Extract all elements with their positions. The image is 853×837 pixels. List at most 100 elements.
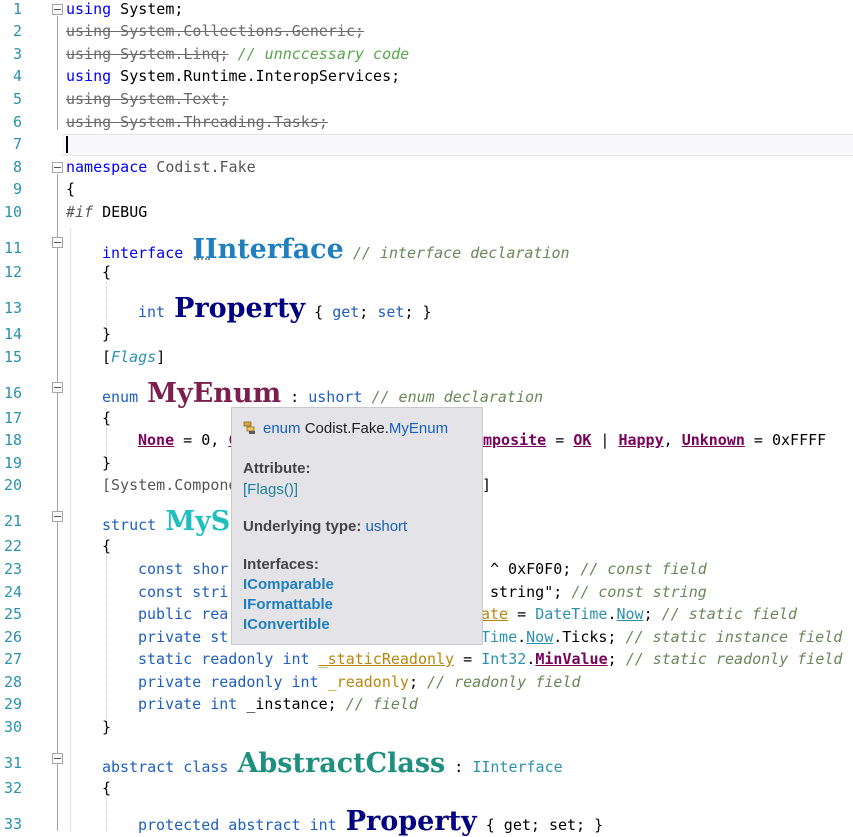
code-line-tail[interactable]: ^ 0xF0F0; // const field <box>490 560 707 578</box>
line-number: 4 <box>12 67 22 85</box>
collapse-region-toggle[interactable] <box>52 382 63 393</box>
code-line[interactable]: [Flags] <box>102 348 165 366</box>
quick-info-tooltip[interactable]: enum Codist.Fake.MyEnum Attribute: [Flag… <box>231 407 483 645</box>
code-line[interactable]: [System.Compone <box>102 476 237 494</box>
line-number: 29 <box>3 695 22 713</box>
line-number: 2 <box>12 22 22 40</box>
line-number: 5 <box>12 90 22 108</box>
line-number: 9 <box>12 180 22 198</box>
line-number: 26 <box>3 628 22 646</box>
code-line[interactable]: private int _instance; // field <box>138 695 418 713</box>
code-line[interactable]: struct MySt <box>102 506 243 537</box>
line-number: 31 <box>3 754 22 772</box>
code-line-tail[interactable]: Time.Now.Ticks; // static instance field <box>481 628 842 646</box>
code-line[interactable]: interface IInterface // interface declar… <box>102 234 570 265</box>
line-number: 7 <box>12 135 22 153</box>
line-number: 12 <box>3 263 22 281</box>
suggestion-dots <box>194 258 210 260</box>
line-number: 6 <box>12 113 22 131</box>
code-line[interactable]: } <box>102 454 111 472</box>
line-number: 8 <box>12 158 22 176</box>
code-line[interactable]: { <box>66 180 75 198</box>
tooltip-interface-link[interactable]: IConvertible <box>243 616 330 633</box>
code-line[interactable]: private readonly int _readonly; // reado… <box>138 673 581 691</box>
collapse-region-toggle[interactable] <box>52 4 63 15</box>
code-line[interactable]: { <box>102 409 111 427</box>
code-line[interactable]: using System; <box>66 0 183 18</box>
code-line-tail[interactable]: ] <box>482 476 491 494</box>
tooltip-underlying: Underlying type: ushort <box>243 518 408 535</box>
line-number: 23 <box>3 560 22 578</box>
indent-guide <box>106 556 107 728</box>
code-line[interactable]: const shor <box>138 560 228 578</box>
interface-name: IInterface <box>192 234 344 265</box>
tooltip-interface-link[interactable]: IFormattable <box>243 596 333 613</box>
code-line[interactable]: { <box>102 779 111 797</box>
tooltip-attribute-label: Attribute: <box>243 460 311 477</box>
line-number: 30 <box>3 718 22 736</box>
code-line-tail[interactable]: ate = DateTime.Now; // static field <box>481 605 797 623</box>
collapse-region-toggle[interactable] <box>52 162 63 173</box>
line-number: 28 <box>3 673 22 691</box>
code-line-tail[interactable]: mposite = OK | Happy, Unknown = 0xFFFF <box>483 431 826 449</box>
code-line-unnecessary[interactable]: using System.Collections.Generic; <box>66 22 364 40</box>
line-number: 20 <box>3 476 22 494</box>
indent-guide <box>70 228 71 831</box>
code-line[interactable]: protected abstract int Property { get; s… <box>138 806 603 837</box>
collapse-region-toggle[interactable] <box>52 753 63 764</box>
tooltip-title: enum Codist.Fake.MyEnum <box>243 420 448 437</box>
code-line[interactable]: enum MyEnum : ushort // enum declaration <box>102 378 543 409</box>
line-number: 24 <box>3 583 22 601</box>
line-number: 15 <box>3 348 22 366</box>
tooltip-interfaces-label: Interfaces: <box>243 556 319 573</box>
code-line[interactable]: #if DEBUG <box>66 203 147 221</box>
line-number: 16 <box>3 384 22 402</box>
indent-guide <box>106 282 107 326</box>
code-line[interactable]: public rea <box>138 605 228 623</box>
code-line[interactable]: const stri <box>138 583 228 601</box>
enum-icon <box>243 421 257 435</box>
property-name: Property <box>174 293 306 324</box>
line-number: 3 <box>12 45 22 63</box>
line-number: 19 <box>3 454 22 472</box>
code-line-tail[interactable]: string"; // const string <box>481 583 707 601</box>
indent-guide <box>106 798 107 831</box>
line-number: 22 <box>3 537 22 555</box>
line-number: 32 <box>3 779 22 797</box>
tooltip-attribute-value[interactable]: [Flags()] <box>243 481 298 498</box>
line-number: 17 <box>3 409 22 427</box>
collapse-region-toggle[interactable] <box>52 511 63 522</box>
code-line[interactable]: } <box>102 718 111 736</box>
code-line[interactable]: { <box>102 263 111 281</box>
code-line-unnecessary[interactable]: using System.Threading.Tasks; <box>66 113 328 131</box>
code-line-unnecessary[interactable]: using System.Text; <box>66 90 229 108</box>
code-line[interactable]: static readonly int _staticReadonly = In… <box>138 650 842 668</box>
code-line[interactable]: private st <box>138 628 228 646</box>
line-number: 14 <box>3 325 22 343</box>
code-line[interactable]: int Property { get; set; } <box>138 293 432 324</box>
enum-name: MyEnum <box>147 378 282 409</box>
abstract-class-name: AbstractClass <box>237 748 446 779</box>
line-number: 13 <box>3 299 22 317</box>
code-line[interactable]: } <box>102 325 111 343</box>
line-number: 18 <box>3 431 22 449</box>
collapse-region-toggle[interactable] <box>52 237 63 248</box>
code-line[interactable]: using System.Runtime.InteropServices; <box>66 67 400 85</box>
line-number: 11 <box>3 239 22 257</box>
fold-line <box>57 174 58 831</box>
line-number: 10 <box>3 203 22 221</box>
tooltip-interface-link[interactable]: IComparable <box>243 576 334 593</box>
line-number: 25 <box>3 605 22 623</box>
code-line[interactable]: using System.Linq; // unnccessary code <box>66 45 409 63</box>
current-line-highlight <box>62 134 853 156</box>
code-line[interactable]: None = 0, C <box>138 431 237 449</box>
line-number: 1 <box>12 0 22 18</box>
line-number: 27 <box>3 650 22 668</box>
line-number: 21 <box>3 512 22 530</box>
fold-line <box>57 16 58 130</box>
code-line[interactable]: namespace Codist.Fake <box>66 158 256 176</box>
code-line[interactable]: abstract class AbstractClass : IInterfac… <box>102 748 563 779</box>
code-line[interactable]: { <box>102 537 111 555</box>
text-caret <box>66 136 68 153</box>
line-number: 33 <box>3 815 22 833</box>
